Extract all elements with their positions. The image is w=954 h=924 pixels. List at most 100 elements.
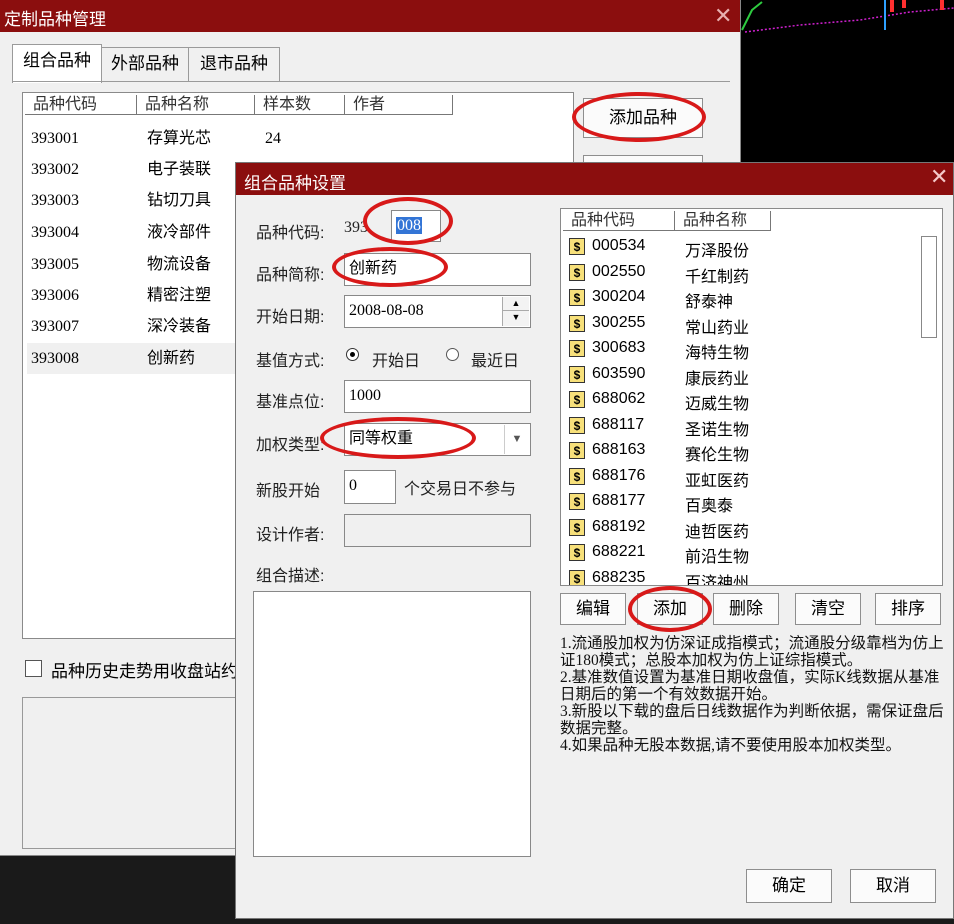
row-code: 393004 [31,224,79,241]
stock-name: 亚虹医药 [685,472,750,490]
list-item[interactable]: $000534 万泽股份 [561,235,916,261]
code-input-value: 008 [396,217,422,234]
add-symbol-button[interactable]: 添加品种 [583,98,703,138]
component-stock-list[interactable]: 品种代码 品种名称 $000534 万泽股份 $002550 千红制药 $30020… [560,208,943,586]
dollar-icon: $ [569,314,585,332]
list-item[interactable]: $688163 赛伦生物 [561,439,916,465]
stock-name: 百济神州 [685,574,750,586]
stock-name: 舒泰神 [685,294,734,311]
cancel-button[interactable]: 取消 [850,869,936,903]
list-item[interactable]: $300255 常山药业 [561,312,916,338]
row-count: 24 [265,130,281,147]
radio-start-day-label[interactable]: 开始日 [372,347,420,371]
instructions-text: 1.流通股加权为仿深证成指模式；流通股分级靠档为仿上证180模式；总股本加权为仿… [560,635,950,754]
description-label: 组合描述: [256,568,325,585]
short-name-input[interactable]: 创新药 [344,253,531,286]
clear-button[interactable]: 清空 [795,593,861,625]
scrollbar-thumb[interactable] [921,236,937,338]
new-stock-days-input[interactable]: 0 [344,470,396,504]
list-item[interactable]: $688117 圣诺生物 [561,414,916,440]
radio-recent-day[interactable] [446,348,459,361]
ok-button[interactable]: 确定 [746,869,832,903]
close-icon[interactable]: ✕ [930,164,948,190]
date-spinner[interactable]: ▲ ▼ [502,297,529,326]
note-2: 2.基准数值设置为基准日期收盘值，实际K线数据从基准日期后的第一个有效数据开始。 [560,669,940,703]
row-name: 液冷部件 [147,224,212,241]
dollar-icon: $ [569,340,585,357]
row-code: 393008 [31,350,79,367]
short-name-label: 品种简称: [256,267,325,284]
row-name: 深冷装备 [147,318,212,335]
note-1: 1.流通股加权为仿深证成指模式；流通股分级靠档为仿上证180模式；总股本加权为仿… [560,635,944,669]
column-header-code[interactable]: 品种代码 [25,95,137,115]
dollar-icon: $ [569,493,585,510]
column-header-name[interactable]: 品种名称 [675,211,771,231]
list-item[interactable]: $688235 百济神州 [561,567,916,586]
dollar-icon: $ [569,416,585,434]
history-checkbox[interactable] [25,660,42,677]
weight-type-value: 同等权重 [349,430,414,447]
edit-button[interactable]: 编辑 [560,593,626,625]
column-header-code[interactable]: 品种代码 [563,211,675,231]
stock-name: 赛伦生物 [685,447,750,464]
vertical-scrollbar[interactable] [918,233,940,583]
sort-button[interactable]: 排序 [875,593,941,625]
stock-code: 603590 [592,364,646,382]
note-4: 4.如果品种无股本数据,请不要使用股本加权类型。 [560,737,902,754]
base-point-input[interactable]: 1000 [344,380,531,413]
stock-code: 688062 [592,390,646,407]
table-row[interactable]: 393001 存算光芯 24 [23,123,573,154]
code-input[interactable]: 008 [391,210,441,242]
stock-code: 688163 [592,441,646,458]
weight-type-select[interactable]: 同等权重 [344,423,531,456]
dialog-title: 组合品种设置 [244,174,346,193]
tab-combo-symbols[interactable]: 组合品种 [12,44,102,83]
stock-code: 300683 [592,339,646,356]
list-item[interactable]: $002550 千红制药 [561,261,916,287]
list-item[interactable]: $688177 百奥泰 [561,490,916,516]
list-item[interactable]: $603590 康辰药业 [561,363,916,389]
spin-down-icon[interactable]: ▼ [503,310,529,324]
row-name: 存算光芯 [147,130,212,147]
start-date-label: 开始日期: [256,309,325,326]
dollar-icon: $ [569,365,585,383]
stock-code: 688117 [592,415,645,433]
list-item[interactable]: $688176 亚虹医药 [561,465,916,491]
combo-settings-dialog: 组合品种设置 ✕ 品种代码: 393 008 品种简称: 创新药 开始日期: 2… [235,162,954,919]
dollar-icon: $ [569,289,585,306]
dollar-icon: $ [569,569,585,585]
add-button[interactable]: 添加 [637,593,703,625]
stock-name: 迪哲医药 [685,523,750,541]
column-header-name[interactable]: 品种名称 [137,95,255,115]
weight-type-label: 加权类型: [256,437,325,454]
list-item[interactable]: $688221 前沿生物 [561,541,916,567]
list-item[interactable]: $688062 迈威生物 [561,388,916,414]
tab-external-symbols[interactable]: 外部品种 [101,47,189,82]
code-label: 品种代码: [256,225,325,242]
description-textarea[interactable] [253,591,531,857]
tab-delisted-symbols[interactable]: 退市品种 [188,47,280,82]
stock-code: 002550 [592,262,646,280]
author-input[interactable] [344,514,531,547]
stock-name: 康辰药业 [685,370,750,388]
list-item[interactable]: $688192 迪哲医药 [561,516,916,542]
chevron-down-icon[interactable]: ▼ [504,425,529,454]
spin-up-icon[interactable]: ▲ [503,297,529,310]
list-item[interactable]: $300683 海特生物 [561,337,916,363]
dollar-icon: $ [569,263,585,281]
radio-recent-day-label[interactable]: 最近日 [471,347,519,371]
list-item[interactable]: $300204 舒泰神 [561,286,916,312]
row-name: 物流设备 [147,256,212,273]
stock-name: 前沿生物 [685,549,750,566]
base-point-label: 基准点位: [256,394,325,411]
delete-button[interactable]: 删除 [713,593,779,625]
close-icon[interactable]: ✕ [714,3,732,29]
column-header-author[interactable]: 作者 [345,95,453,115]
stock-code: 688192 [592,517,646,535]
new-stock-label: 新股开始 [256,483,321,500]
row-code: 393007 [31,318,79,335]
stock-name: 圣诺生物 [685,421,750,439]
radio-start-day[interactable] [346,348,359,361]
window-title: 定制品种管理 [4,10,106,29]
column-header-count[interactable]: 样本数 [255,95,345,115]
